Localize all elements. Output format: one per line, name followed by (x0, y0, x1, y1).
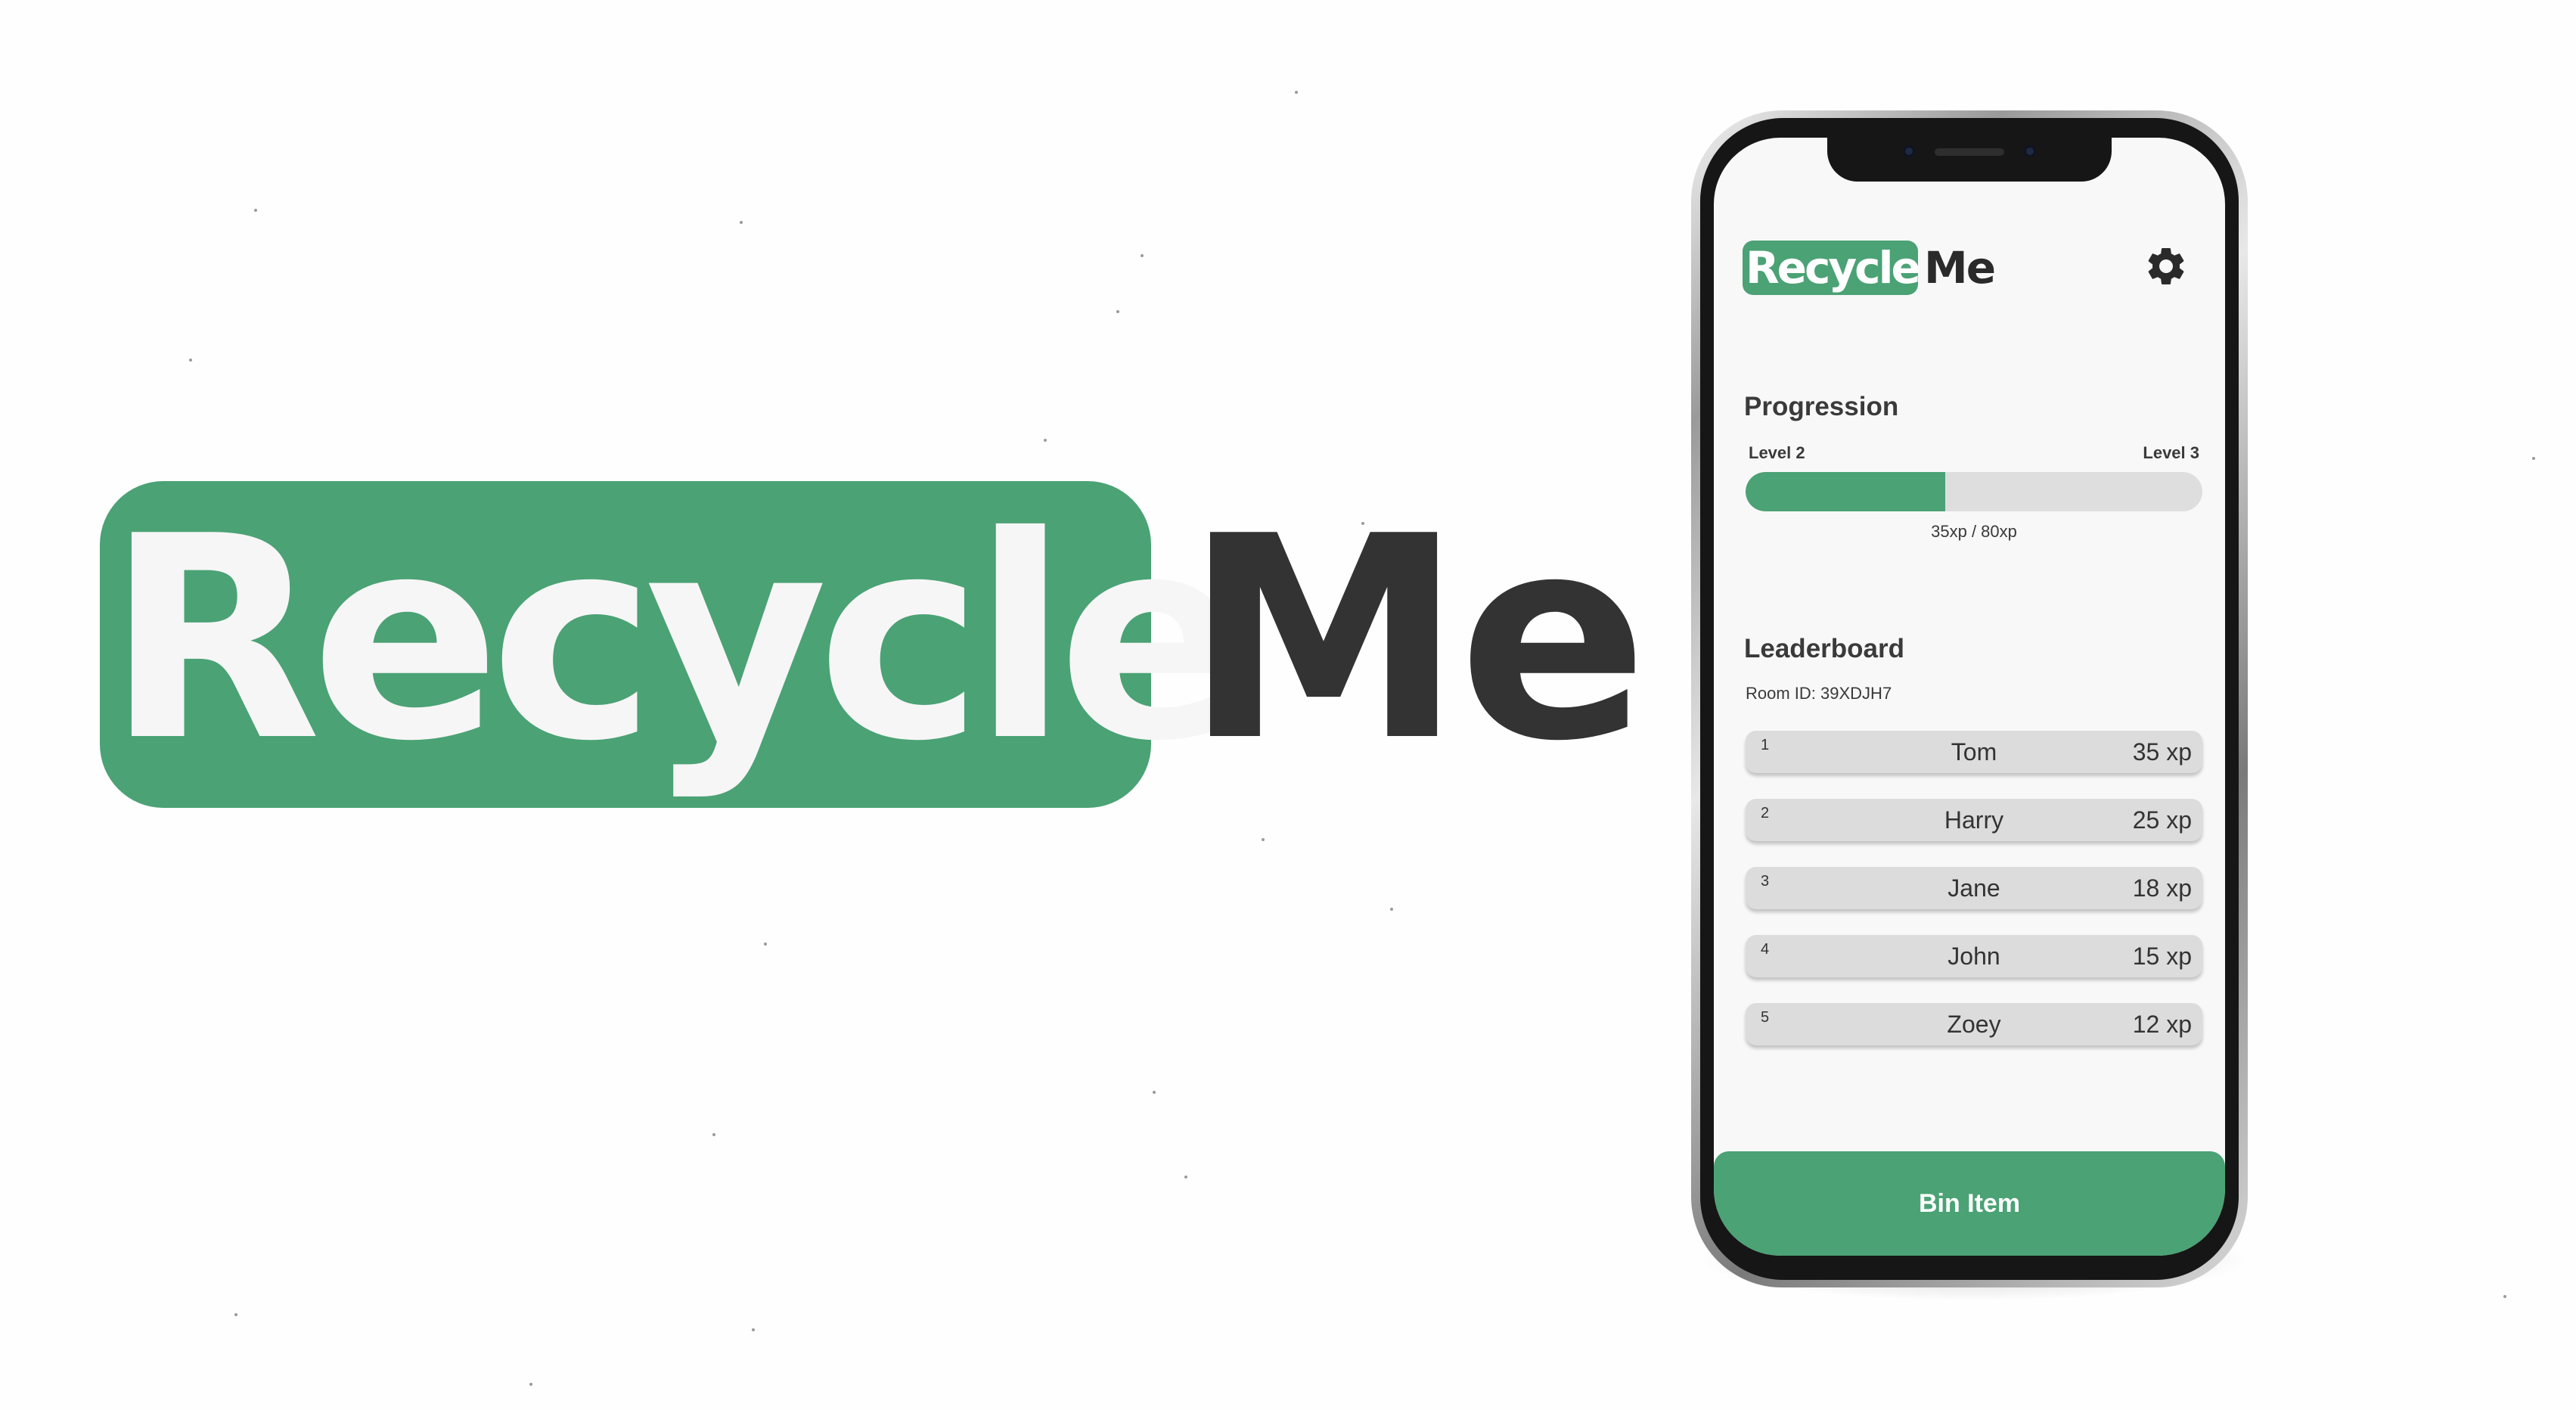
brand-logo-text-recycle: Recycle (106, 477, 1247, 803)
speaker-grille (1935, 148, 2004, 156)
speckle (764, 943, 767, 946)
leaderboard-xp: 18 xp (2132, 874, 2192, 902)
speckle (234, 1313, 237, 1316)
speckle (1153, 1091, 1156, 1094)
room-id: Room ID: 39XDJH7 (1746, 684, 1892, 703)
current-level-label: Level 2 (1749, 443, 1805, 462)
leaderboard-row[interactable]: 4 John 15 xp (1746, 935, 2202, 977)
leaderboard-title: Leaderboard (1744, 634, 1904, 663)
leaderboard-xp: 25 xp (2132, 806, 2192, 834)
app-logo-text-recycle: Recycle (1746, 242, 1921, 293)
xp-progress-bar (1746, 472, 2202, 511)
progression-title: Progression (1744, 392, 1899, 421)
speckle (740, 221, 743, 224)
speckle (1262, 838, 1265, 841)
speckle (1184, 1176, 1187, 1179)
speckle (2503, 1295, 2506, 1298)
speckle (1390, 908, 1393, 911)
leaderboard-xp: 35 xp (2132, 738, 2192, 766)
leaderboard-row[interactable]: 3 Jane 18 xp (1746, 867, 2202, 909)
leaderboard-xp: 12 xp (2132, 1011, 2192, 1038)
speckle (712, 1133, 715, 1136)
speckle (1141, 254, 1144, 257)
camera-icon (1903, 145, 1915, 157)
speckle (2532, 457, 2535, 460)
app-logo-text-me: Me (1924, 242, 1996, 293)
speckle (752, 1328, 755, 1331)
speckle (254, 209, 257, 212)
settings-button[interactable] (2143, 244, 2189, 289)
leaderboard-xp: 15 xp (2132, 943, 2192, 970)
xp-progress-fill (1746, 472, 1946, 511)
speckle (1044, 439, 1047, 442)
sensor-icon (2024, 145, 2036, 157)
gear-icon (2148, 248, 2184, 284)
speckle (1295, 91, 1298, 94)
brand-logo-text-me: Me (1184, 477, 1648, 803)
bin-item-button[interactable]: Bin Item (1714, 1151, 2225, 1256)
speckle (529, 1383, 532, 1386)
leaderboard-list: 1 Tom 35 xp 2 Harry 25 xp 3 Jane 18 xp 4… (1746, 731, 2202, 1071)
phone-notch (1827, 138, 2112, 182)
speckle (189, 359, 192, 362)
speckle (1116, 310, 1119, 313)
leaderboard-row[interactable]: 1 Tom 35 xp (1746, 731, 2202, 773)
phone-screen: Recycle Me Progression Level 2 Level 3 3… (1714, 138, 2225, 1256)
leaderboard-row[interactable]: 5 Zoey 12 xp (1746, 1003, 2202, 1045)
leaderboard-row[interactable]: 2 Harry 25 xp (1746, 799, 2202, 841)
xp-progress-caption: 35xp / 80xp (1931, 522, 2017, 541)
next-level-label: Level 3 (2143, 443, 2199, 462)
